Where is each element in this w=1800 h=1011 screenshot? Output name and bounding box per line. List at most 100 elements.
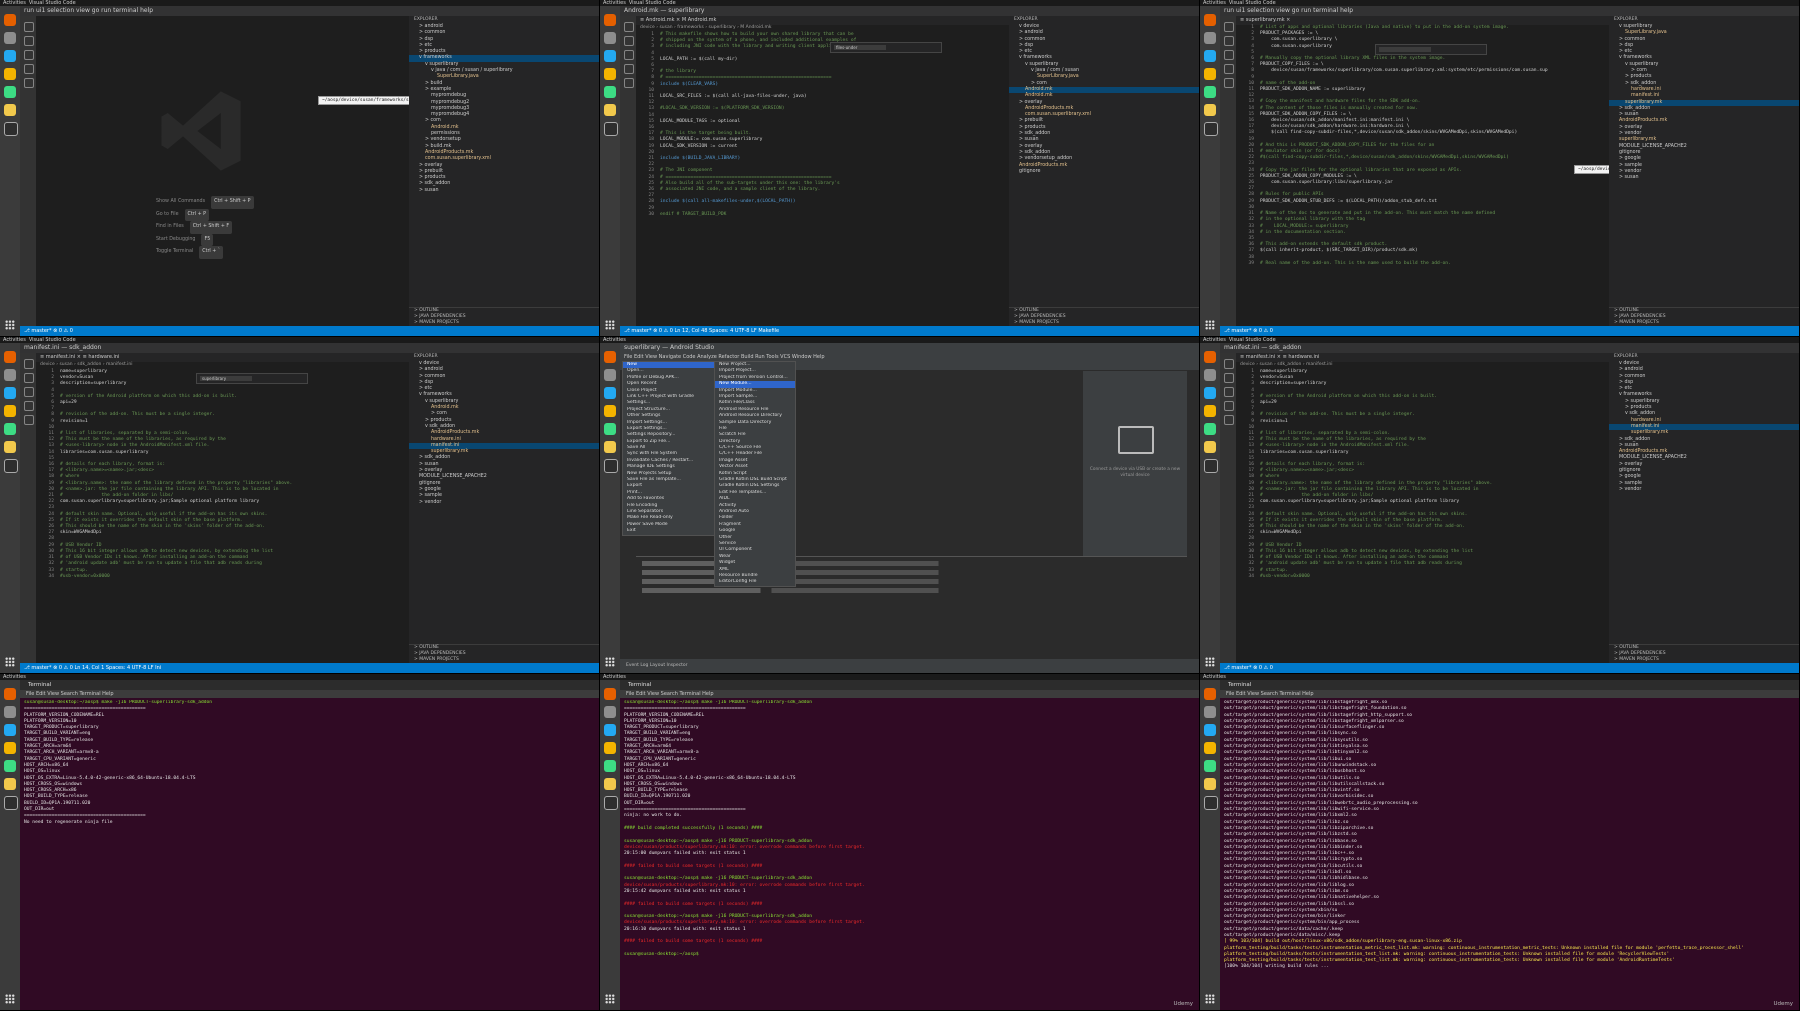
show-apps-icon[interactable] [1205,657,1215,667]
chrome-icon[interactable] [4,405,16,417]
terminal-output[interactable]: out/target/product/generic/system/lib/li… [1224,700,1793,1006]
android-studio-icon[interactable] [4,760,16,772]
tree-item[interactable]: > susan [1609,175,1799,181]
files-icon[interactable] [24,22,34,32]
show-apps-icon[interactable] [605,657,615,667]
editor-area[interactable]: Show All Commands Ctrl + Shift + P Go to F… [36,16,409,326]
show-apps-icon[interactable] [1205,320,1215,330]
find-input[interactable]: files-under [834,45,886,50]
android-studio-icon[interactable] [4,86,16,98]
vscode-icon[interactable] [1204,724,1216,736]
vscode-icon[interactable] [604,50,616,62]
terminal-output[interactable]: susan@susan-desktop:~/aosp$ make -j16 PR… [24,700,593,1006]
notes-icon[interactable] [1204,441,1216,453]
search-icon[interactable] [624,36,634,46]
android-studio-icon[interactable] [604,760,616,772]
code-view[interactable]: 1 # This makefile shows how to build your… [636,32,1009,218]
chrome-icon[interactable] [604,68,616,80]
source-control-icon[interactable] [1224,50,1234,60]
show-apps-icon[interactable] [5,320,15,330]
files-icon[interactable] [604,369,616,381]
firefox-icon[interactable] [1204,14,1216,26]
firefox-icon[interactable] [1204,351,1216,363]
find-input[interactable] [1379,47,1431,52]
files-icon[interactable] [1204,706,1216,718]
file-menu[interactable]: New Open... Profile or Debug APK... Open Re… [622,361,716,536]
notes-icon[interactable] [4,104,16,116]
breadcrumb[interactable]: device › susan › frameworks › superlibra… [636,25,1009,32]
tree-item[interactable]: gitignore [1009,169,1199,175]
files-icon[interactable] [4,32,16,44]
search-icon[interactable] [24,373,34,383]
source-control-icon[interactable] [624,50,634,60]
code-view[interactable]: 1 name=superlibrary 2 vendor=Susan 3 descript… [36,369,409,580]
files-icon[interactable] [24,359,34,369]
menu-item[interactable]: Exit [623,528,715,534]
firefox-icon[interactable] [1204,688,1216,700]
find-widget[interactable] [1375,44,1487,55]
editor-area[interactable]: ≡ Android.mk × M Android.mk device › sus… [636,16,1009,326]
android-studio-icon[interactable] [4,423,16,435]
run-icon[interactable] [24,64,34,74]
terminal-icon[interactable] [604,122,618,136]
files-icon[interactable] [1224,359,1234,369]
terminal-icon[interactable] [1204,796,1218,810]
chrome-icon[interactable] [604,742,616,754]
show-apps-icon[interactable] [605,320,615,330]
search-icon[interactable] [24,36,34,46]
terminal-tab[interactable]: Terminal [1220,680,1799,690]
terminal-menu[interactable]: File Edit View Search Terminal Help [620,690,1199,698]
find-input[interactable]: superlibrary [200,376,252,381]
terminal-tab[interactable]: Terminal [20,680,599,690]
show-apps-icon[interactable] [5,657,15,667]
terminal-icon[interactable] [604,796,618,810]
show-apps-icon[interactable] [5,994,15,1004]
code-line[interactable]: 30 endif # TARGET_BUILD_PDK [640,212,1009,218]
files-icon[interactable] [1204,32,1216,44]
notes-icon[interactable] [1204,104,1216,116]
code-line[interactable]: 34 #usb-vendor=0x0000 [40,574,409,580]
firefox-icon[interactable] [4,351,16,363]
tree-item[interactable]: > vendor [409,500,599,506]
chrome-icon[interactable] [1204,405,1216,417]
chrome-icon[interactable] [4,742,16,754]
run-icon[interactable] [24,401,34,411]
terminal-icon[interactable] [4,796,18,810]
code-line[interactable]: 39 # Real name of the add-on. This is the… [1240,261,1609,267]
notes-icon[interactable] [604,778,616,790]
search-icon[interactable] [1224,36,1234,46]
extensions-icon[interactable] [24,415,34,425]
code-view[interactable]: 1 name=superlibrary 2 vendor=Susan 3 descript… [1236,369,1609,580]
editor-tabs[interactable]: ≡ superlibrary.mk × [1236,16,1609,25]
show-apps-icon[interactable] [1205,994,1215,1004]
files-icon[interactable] [604,32,616,44]
editor-area[interactable]: ≡ manifest.ini × ≡ hardware.ini device ›… [36,353,409,663]
vscode-icon[interactable] [1204,50,1216,62]
source-control-icon[interactable] [24,387,34,397]
bottom-bar[interactable]: Event Log Layout Inspector [620,659,1199,673]
extensions-icon[interactable] [1224,78,1234,88]
vscode-icon[interactable] [4,50,16,62]
android-studio-icon[interactable] [1204,760,1216,772]
extensions-icon[interactable] [24,78,34,88]
android-studio-icon[interactable] [1204,423,1216,435]
notes-icon[interactable] [1204,778,1216,790]
firefox-icon[interactable] [604,351,616,363]
terminal-icon[interactable] [4,122,18,136]
editor-tabs[interactable]: ≡ manifest.ini × ≡ hardware.ini [1236,353,1609,362]
vscode-icon[interactable] [4,724,16,736]
terminal-icon[interactable] [1204,122,1218,136]
firefox-icon[interactable] [4,14,16,26]
find-widget[interactable]: files-under [830,42,942,53]
new-submenu[interactable]: New Project... Import Project... Project f… [714,361,796,587]
vscode-icon[interactable] [604,387,616,399]
terminal-menu[interactable]: File Edit View Search Terminal Help [20,690,599,698]
firefox-icon[interactable] [4,688,16,700]
editor-area[interactable]: ≡ superlibrary.mk × 1 # List of apps and … [1236,16,1609,326]
extensions-icon[interactable] [624,78,634,88]
files-icon[interactable] [1204,369,1216,381]
notes-icon[interactable] [4,778,16,790]
menu-bar[interactable]: File Edit View Navigate Code Analyze Ref… [620,353,1199,361]
terminal-menu[interactable]: File Edit View Search Terminal Help [1220,690,1799,698]
android-studio-icon[interactable] [1204,86,1216,98]
